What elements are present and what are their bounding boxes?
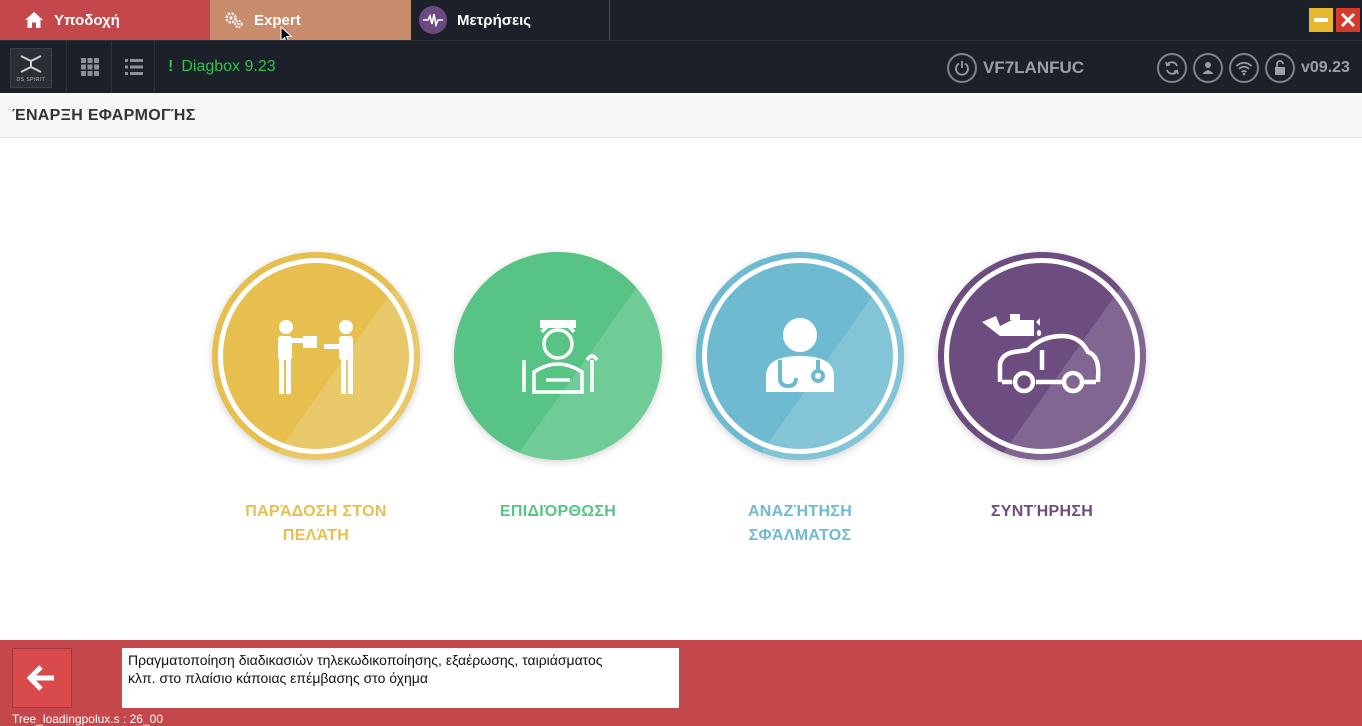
toolbar-divider [154,41,155,94]
status-icons: v09.23 [1157,53,1350,83]
toolbar-divider [111,41,112,94]
delivery-card[interactable]: ΠΑΡΆΔΟΣΗ ΣΤΟΝ ΠΕΛΆΤΗ [212,252,422,548]
tab-expert[interactable]: Expert [210,0,411,44]
logo-text: DS SPIRIT [16,77,46,83]
oil-car-icon [982,314,1101,394]
repair-circle[interactable] [454,252,662,460]
app-window: Υποδοχή Expert Μετρήσεις DS SPIRIT ! Dia… [0,0,1362,726]
handover-icon [278,320,353,394]
ds-logo-icon [20,55,42,73]
power-icon[interactable] [947,53,977,83]
repair-card[interactable]: ΕΠΙΔΙΌΡΘΩΣΗ [454,252,664,524]
user-icon[interactable] [1193,53,1223,83]
tab-measurements-label: Μετρήσεις [457,11,532,29]
alert-icon: ! [168,58,174,75]
gears-icon [225,12,243,29]
page-header: ΈΝΑΡΞΗ ΕΦΑΡΜΟΓΉΣ [0,93,1362,138]
brand-logo[interactable]: DS SPIRIT [10,48,52,88]
tab-bar: Υποδοχή Expert Μετρήσεις [0,0,1362,44]
main-toolbar: DS SPIRIT ! Diagbox 9.23 VF7LANFUC v09.2… [0,40,1362,94]
fault-search-label-line1: ΑΝΑΖΉΤΗΣΗ [747,503,853,520]
delivery-label-line1: ΠΑΡΆΔΟΣΗ ΣΤΟΝ [245,503,387,520]
sync-icon[interactable] [1157,53,1187,83]
arrow-left-icon [27,665,54,691]
back-button[interactable] [12,648,72,708]
maintenance-label-line1: ΣΥΝΤΉΡΗΣΗ [990,503,1094,520]
version-text: v09.23 [1301,59,1350,76]
delivery-circle[interactable] [212,252,420,460]
maintenance-card[interactable]: ΣΥΝΤΉΡΗΣΗ [938,252,1148,524]
tab-measurements[interactable]: Μετρήσεις [411,0,610,40]
close-icon [1340,12,1356,28]
mechanic-icon [522,320,599,394]
bottom-bar: Πραγματοποίηση διαδικασιών τηλεκωδικοποί… [0,640,1362,726]
maintenance-circle[interactable] [938,252,1146,460]
status-text: Tree_loadingpolux.s : 26_00 [12,712,163,726]
wifi-icon[interactable] [1229,53,1259,83]
home-icon [25,12,43,28]
delivery-label: ΠΑΡΆΔΟΣΗ ΣΤΟΝ ΠΕΛΆΤΗ [212,500,420,548]
delivery-label-line2: ΠΕΛΆΤΗ [282,527,350,544]
description-box: Πραγματοποίηση διαδικασιών τηλεκωδικοποί… [122,648,679,708]
repair-label: ΕΠΙΔΙΌΡΘΩΣΗ [454,500,662,524]
description-line2: κλπ. στο πλαίσιο κάποιας επέμβασης στο ό… [128,670,428,686]
lock-icon[interactable] [1265,53,1295,83]
doctor-icon [766,318,834,392]
repair-label-line1: ΕΠΙΔΙΌΡΘΩΣΗ [499,503,617,520]
tab-home-label: Υποδοχή [54,11,120,29]
list-view-icon[interactable] [125,58,143,76]
fault-search-card[interactable]: ΑΝΑΖΉΤΗΣΗ ΣΦΆΛΜΑΤΟΣ [696,252,906,548]
vin-display: VF7LANFUC [947,53,1084,83]
fault-search-label-line2: ΣΦΆΛΜΑΤΟΣ [748,527,852,544]
diagbox-version-label: ! Diagbox 9.23 [168,58,276,76]
tab-home[interactable]: Υποδοχή [0,0,210,40]
description-line1: Πραγματοποίηση διαδικασιών τηλεκωδικοποί… [128,652,603,668]
grid-view-icon[interactable] [81,58,99,76]
minimize-button[interactable] [1309,8,1333,32]
close-button[interactable] [1336,8,1360,32]
page-title: ΈΝΑΡΞΗ ΕΦΑΡΜΟΓΉΣ [12,107,196,124]
fault-search-label: ΑΝΑΖΉΤΗΣΗ ΣΦΆΛΜΑΤΟΣ [696,500,904,548]
minimize-icon [1314,18,1328,22]
fault-search-circle[interactable] [696,252,904,460]
diagbox-label-text: Diagbox 9.23 [181,58,276,75]
vin-text: VF7LANFUC [983,58,1085,77]
pulse-icon [419,6,447,34]
toolbar-divider [66,41,67,94]
maintenance-label: ΣΥΝΤΉΡΗΣΗ [938,500,1146,524]
